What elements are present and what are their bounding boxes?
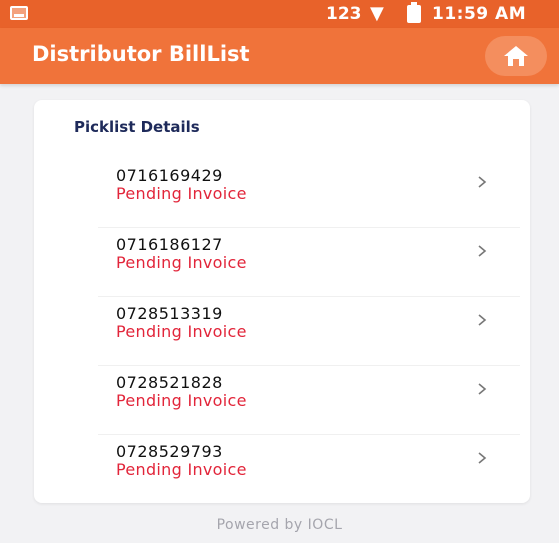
chevron-right-icon (478, 452, 487, 464)
chevron-right-icon (478, 176, 487, 188)
picklist-id: 0728521828 (116, 373, 223, 392)
chevron-right-icon (478, 245, 487, 257)
card-title: Picklist Details (74, 118, 200, 136)
picklist-id: 0728513319 (116, 304, 223, 323)
wifi-icon: ▼ (370, 3, 384, 24)
picklist-id: 0728529793 (116, 442, 223, 461)
status-label: Pending Invoice (116, 253, 247, 272)
status-indicator: 123 (326, 4, 362, 24)
chevron-right-icon (478, 383, 487, 395)
list-item[interactable]: 0728521828 Pending Invoice (98, 367, 520, 435)
status-time: 11:59 AM (432, 4, 527, 24)
list-item[interactable]: 0716186127 Pending Invoice (98, 229, 520, 297)
status-label: Pending Invoice (116, 184, 247, 203)
picklist-card: Picklist Details 0716169429 Pending Invo… (34, 100, 530, 503)
status-label: Pending Invoice (116, 322, 247, 341)
home-button[interactable] (485, 36, 547, 76)
list-item[interactable]: 0716169429 Pending Invoice (98, 160, 520, 228)
battery-icon (407, 2, 421, 23)
powered-by-footer: Powered by IOCL (216, 517, 343, 533)
app-bar: Distributor BillList (0, 28, 559, 84)
notification-icon (10, 6, 28, 20)
page-title: Distributor BillList (32, 42, 250, 66)
chevron-right-icon (478, 314, 487, 326)
home-icon (504, 46, 528, 66)
picklist-id: 0716169429 (116, 166, 223, 185)
picklist-id: 0716186127 (116, 235, 223, 254)
status-bar: 123 ▼ 11:59 AM (0, 0, 559, 28)
list-item[interactable]: 0728529793 Pending Invoice (98, 436, 520, 504)
status-label: Pending Invoice (116, 460, 247, 479)
list-item[interactable]: 0728513319 Pending Invoice (98, 298, 520, 366)
status-label: Pending Invoice (116, 391, 247, 410)
